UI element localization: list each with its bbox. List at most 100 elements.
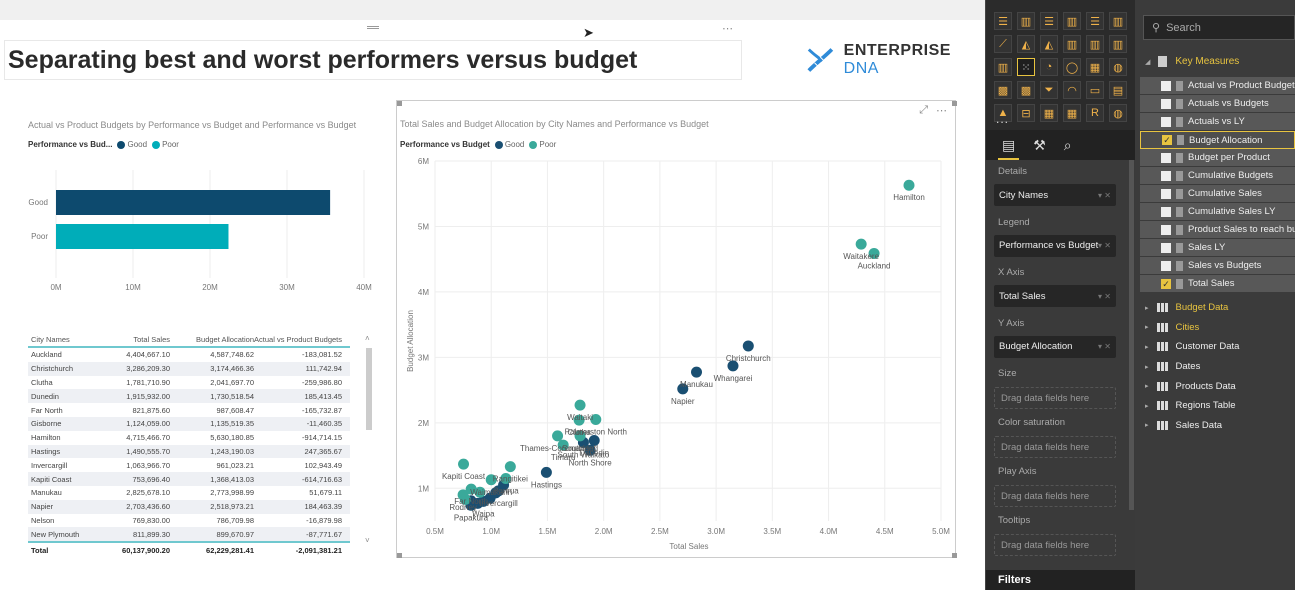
scroll-up-icon[interactable]: ˄ <box>365 334 370 343</box>
scrollbar-thumb[interactable] <box>366 348 372 430</box>
multi-row-card-icon[interactable]: ▤ <box>1109 81 1127 99</box>
expand-icon[interactable]: ▸ <box>1145 402 1149 410</box>
data-point[interactable] <box>691 366 703 378</box>
checkbox[interactable] <box>1161 170 1171 181</box>
data-point[interactable] <box>504 461 516 473</box>
legend-item-poor[interactable]: Poor <box>152 140 179 149</box>
scatter-icon[interactable]: ⁙ <box>1017 58 1035 76</box>
focus-mode-icon[interactable]: ⤢ <box>919 104 928 117</box>
measure-item[interactable]: Cumulative Sales LY <box>1140 203 1295 221</box>
bar-good[interactable] <box>56 190 331 215</box>
column-header[interactable]: Budget Allocation <box>170 335 254 344</box>
analytics-magnifier-icon[interactable]: ⌕ <box>1064 137 1072 154</box>
expand-icon[interactable]: ▸ <box>1145 363 1149 371</box>
clustered-column-icon[interactable]: ▥ <box>1063 12 1081 30</box>
r-visual-icon[interactable]: R <box>1086 104 1104 122</box>
more-options-icon[interactable]: ⋯ <box>936 104 947 117</box>
card-icon[interactable]: ▭ <box>1086 81 1104 99</box>
table-row[interactable]: Hamilton 4,715,466.70 5,630,180.85 -914,714… <box>28 431 350 445</box>
checkbox[interactable] <box>1161 260 1171 271</box>
expand-icon[interactable]: ▸ <box>1145 343 1149 351</box>
table-row[interactable]: Christchurch 3,286,209.30 3,174,466.36 111,… <box>28 361 350 376</box>
resize-handle[interactable] <box>952 101 957 106</box>
legend-item-good[interactable]: Good <box>494 140 524 149</box>
more-options-icon[interactable]: ⋯ <box>722 22 733 35</box>
well-dropdown-remove-icon[interactable]: ▾ ✕ <box>1098 191 1111 200</box>
table-item[interactable]: ▸ Products Data <box>1145 376 1295 396</box>
expand-icon[interactable]: ▸ <box>1145 304 1149 312</box>
map-icon[interactable]: ◍ <box>1109 58 1127 76</box>
line-column-icon[interactable]: ▥ <box>1063 35 1081 53</box>
line-icon[interactable]: ⟋ <box>994 35 1012 53</box>
resize-handle[interactable] <box>952 553 957 558</box>
checkbox[interactable] <box>1161 188 1171 199</box>
data-point[interactable] <box>742 340 754 352</box>
scroll-down-icon[interactable]: ˅ <box>365 536 370 545</box>
table-item[interactable]: ▸ Dates <box>1145 357 1295 377</box>
checkbox[interactable] <box>1161 224 1171 235</box>
table-item[interactable]: ▸ Cities <box>1145 318 1295 338</box>
filters-header[interactable]: Filters <box>986 570 1136 590</box>
well-dropdown-remove-icon[interactable]: ▾ ✕ <box>1098 241 1111 250</box>
data-point[interactable] <box>540 466 552 478</box>
checkbox[interactable] <box>1161 152 1171 163</box>
well-drop-zone[interactable]: Drag data fields here <box>994 387 1116 409</box>
checkbox[interactable] <box>1161 116 1171 127</box>
well-field[interactable]: Budget Allocation ▾ ✕ <box>994 335 1116 358</box>
funnel-icon[interactable]: ⏷ <box>1040 81 1058 99</box>
measure-item[interactable]: ✓ Total Sales <box>1140 275 1295 293</box>
measure-item[interactable]: Actuals vs Budgets <box>1140 95 1295 113</box>
globe-icon[interactable]: ◍ <box>1109 104 1127 122</box>
clustered-bar-icon[interactable]: ☰ <box>1040 12 1058 30</box>
checkbox[interactable] <box>1161 80 1171 91</box>
ribbon-icon[interactable]: ▥ <box>1109 35 1127 53</box>
table-row[interactable]: New Plymouth 811,899.30 899,670.97 -87,771.… <box>28 527 350 542</box>
table-row[interactable]: Clutha 1,781,710.90 2,041,697.70 -259,986.8… <box>28 376 350 390</box>
measure-item[interactable]: Sales vs Budgets <box>1140 257 1295 275</box>
table-icon[interactable]: ▦ <box>1040 104 1058 122</box>
table-row[interactable]: Invercargill 1,063,966.70 961,023.21 102,94… <box>28 458 350 472</box>
table-item[interactable]: ▸ Budget Data <box>1145 298 1295 318</box>
100-bar-icon[interactable]: ☰ <box>1086 12 1104 30</box>
column-header[interactable]: Actual vs Product Budgets <box>254 335 346 344</box>
line-clustered-icon[interactable]: ▥ <box>1086 35 1104 53</box>
legend-item-poor[interactable]: Poor <box>529 140 556 149</box>
measure-item[interactable]: Budget per Product <box>1140 149 1295 167</box>
measure-item[interactable]: Sales LY <box>1140 239 1295 257</box>
well-drop-zone[interactable]: Drag data fields here <box>994 436 1116 458</box>
data-point[interactable] <box>552 430 564 442</box>
data-point[interactable] <box>574 399 586 411</box>
well-field[interactable]: Performance vs Budget ▾ ✕ <box>994 234 1116 257</box>
checkbox[interactable]: ✓ <box>1162 135 1172 145</box>
treemap-icon[interactable]: ▦ <box>1086 58 1104 76</box>
table-item[interactable]: ▸ Sales Data <box>1145 416 1295 436</box>
table-row[interactable]: Far North 821,875.60 987,608.47 -165,732.87 <box>28 403 350 417</box>
well-field[interactable]: Total Sales ▾ ✕ <box>994 285 1116 307</box>
legend-item-good[interactable]: Good <box>117 140 147 149</box>
waterfall-icon[interactable]: ▥ <box>994 58 1012 76</box>
measure-item[interactable]: Actual vs Product Budgets <box>1140 77 1295 95</box>
resize-handle[interactable] <box>397 101 402 106</box>
measure-item[interactable]: Product Sales to reach budget <box>1140 221 1295 239</box>
fields-tab-icon[interactable]: ▤ <box>997 137 1020 160</box>
table-item[interactable]: ▸ Regions Table <box>1145 396 1295 416</box>
scatter-visual[interactable]: 0.5M 1.0M 1.5M 2.0M 2.5M 3.0M 3.5M 4.0M 4.5M 5.0M… <box>396 100 957 558</box>
area-icon[interactable]: ◭ <box>1017 35 1035 53</box>
table-row[interactable]: Napier 2,703,436.60 2,518,973.21 184,463.39 <box>28 499 350 514</box>
table-row[interactable]: Kapiti Coast 753,696.40 1,368,413.03 -614,7… <box>28 472 350 486</box>
well-drop-zone[interactable]: Drag data fields here <box>994 485 1116 507</box>
key-measures-group[interactable]: ◢ Key Measures <box>1145 56 1239 67</box>
bar-poor[interactable] <box>56 224 229 249</box>
checkbox[interactable] <box>1161 206 1171 217</box>
expand-icon[interactable]: ▸ <box>1145 323 1149 331</box>
well-dropdown-remove-icon[interactable]: ▾ ✕ <box>1098 292 1111 301</box>
stacked-bar-icon[interactable]: ☰ <box>994 12 1012 30</box>
table-row[interactable]: Manukau 2,825,678.10 2,773,998.99 51,679.11 <box>28 486 350 500</box>
filled-map-icon[interactable]: ▩ <box>994 81 1012 99</box>
matrix-icon[interactable]: ▦ <box>1063 104 1081 122</box>
measure-item[interactable]: ✓ Budget Allocation <box>1140 131 1295 149</box>
expand-collapse-icon[interactable]: ◢ <box>1145 58 1150 66</box>
pie-icon[interactable]: ◔ <box>1040 58 1058 76</box>
measure-item[interactable]: Cumulative Budgets <box>1140 167 1295 185</box>
checkbox[interactable] <box>1161 98 1171 109</box>
